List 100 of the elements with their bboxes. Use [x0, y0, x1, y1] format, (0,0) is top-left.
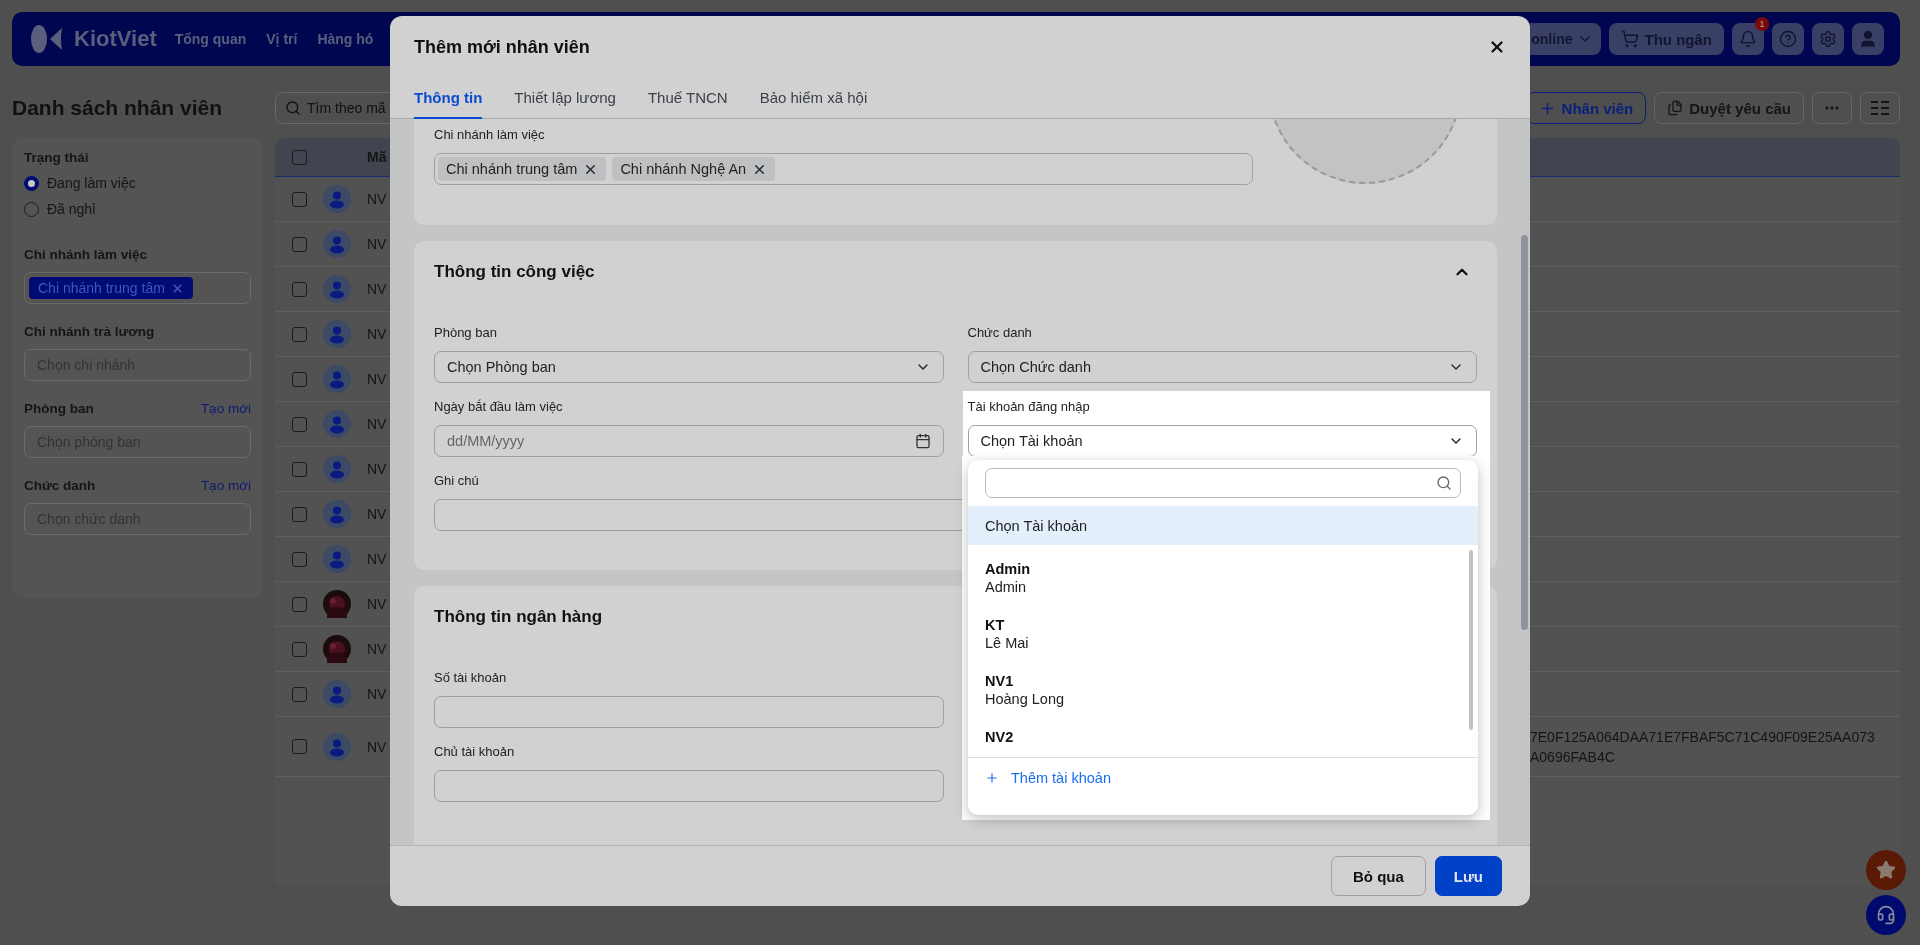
table-cell: NV	[367, 371, 387, 387]
checkbox[interactable]	[292, 149, 307, 165]
dropdown-option[interactable]: Chọn Tài khoản	[968, 506, 1478, 545]
help-icon	[1779, 30, 1797, 48]
more-button[interactable]	[1812, 92, 1852, 124]
account-option[interactable]: NV1 Hoàng Long	[968, 662, 1478, 718]
account-option[interactable]: NV2	[968, 718, 1478, 757]
checkbox[interactable]	[292, 416, 307, 432]
headset-icon	[1876, 905, 1896, 925]
scrollbar-thumb[interactable]	[1520, 235, 1528, 630]
input-field[interactable]	[434, 696, 944, 728]
user-avatar-icon	[323, 185, 351, 213]
nav-item[interactable]: Vị trí	[266, 31, 298, 47]
branch-tag: Chi nhánh Nghệ An	[612, 157, 776, 181]
logo-text: KiotViet	[74, 26, 157, 52]
checkbox[interactable]	[292, 641, 307, 657]
user-avatar-icon	[323, 410, 351, 438]
table-cell: NV	[367, 326, 387, 342]
search-icon	[1436, 475, 1452, 491]
favorite-button[interactable]	[1866, 850, 1906, 890]
checkbox[interactable]	[292, 506, 307, 522]
field-label: Chức danh	[967, 325, 1032, 341]
support-button[interactable]	[1866, 895, 1906, 935]
page-title: Danh sách nhân viên	[12, 96, 224, 120]
column-settings-button[interactable]	[1860, 92, 1900, 124]
checkbox[interactable]	[292, 686, 307, 702]
tab[interactable]: Thuế TNCN	[647, 78, 728, 119]
field-label: Chủ tài khoản	[434, 744, 515, 760]
user-avatar-icon	[323, 500, 351, 528]
user-avatar-icon	[323, 732, 351, 761]
radio-button[interactable]	[24, 175, 39, 191]
account-option[interactable]: KT Lê Mai	[968, 606, 1478, 662]
table-cell: NV	[367, 461, 387, 477]
cart-icon	[1620, 30, 1639, 48]
calendar-icon	[914, 433, 931, 449]
bell-icon	[1739, 30, 1757, 48]
skip-button[interactable]: Bỏ qua	[1330, 856, 1426, 896]
input-field[interactable]	[434, 770, 944, 802]
checkbox[interactable]	[292, 596, 307, 612]
checkbox[interactable]	[292, 281, 307, 297]
radio-label: Đã nghỉ	[47, 201, 96, 217]
notification-button[interactable]	[1732, 23, 1764, 55]
table-cell: NV	[367, 686, 387, 702]
checkbox[interactable]	[292, 461, 307, 477]
settings-button[interactable]	[1812, 23, 1844, 55]
field-label: Ghi chú	[434, 473, 479, 489]
table-cell: A0696FAB4C	[1530, 748, 1615, 765]
date-field[interactable]: dd/MM/yyyy	[434, 425, 944, 457]
account-option[interactable]: Admin Admin	[968, 550, 1478, 606]
user-avatar-icon	[323, 365, 351, 393]
field-label: Số tài khoản	[434, 670, 507, 686]
scrollbar-thumb[interactable]	[1469, 550, 1473, 730]
select-field[interactable]: Chọn Chức danh	[967, 351, 1477, 383]
tab[interactable]: Thiết lập lương	[514, 78, 616, 119]
table-cell: NV	[367, 738, 387, 755]
branch-select-field[interactable]: Chi nhánh trung tâm Chi nhánh Nghệ An	[434, 153, 1253, 185]
documents-icon	[1667, 100, 1684, 116]
select-field[interactable]: Chọn Tài khoản	[967, 425, 1477, 457]
table-cell: NV	[367, 281, 387, 297]
settings-icon	[1819, 30, 1837, 48]
dialog-title: Thêm mới nhân viên	[414, 36, 590, 58]
select-field[interactable]: Chọn Phòng ban	[434, 351, 944, 383]
checkbox[interactable]	[292, 739, 307, 754]
checkbox[interactable]	[292, 326, 307, 342]
field-label: Chi nhánh làm việc	[434, 127, 545, 143]
user-avatar-icon	[323, 680, 351, 708]
columns-icon	[1871, 101, 1889, 115]
notification-badge: 1	[1755, 17, 1769, 31]
ellipsis-icon	[1825, 106, 1839, 110]
checkbox[interactable]	[292, 371, 307, 387]
checkbox[interactable]	[292, 551, 307, 567]
filter-title: Chi nhánh làm việc	[24, 247, 148, 262]
field-label: Ngày bắt đầu làm việc	[434, 399, 563, 415]
section-title: Thông tin ngân hàng	[434, 607, 603, 627]
help-button[interactable]	[1772, 23, 1804, 55]
field-label: Phòng ban	[434, 325, 497, 341]
nav-item[interactable]: Hàng hó	[317, 31, 374, 47]
add-account-link[interactable]: Thêm tài khoản	[985, 770, 1111, 786]
user-avatar-icon	[323, 455, 351, 483]
table-cell: 7E0F125A064DAA71E7FBAF5C71C490F09E25AA073	[1530, 728, 1875, 745]
user-avatar-icon	[323, 275, 351, 303]
field-label: Tài khoản đăng nhập	[967, 399, 1090, 415]
table-cell: NV	[367, 551, 387, 567]
section-title: Thông tin công việc	[434, 262, 595, 282]
table-cell: NV	[367, 416, 387, 432]
radio-label: Đang làm việc	[47, 175, 136, 191]
branch-filter-field[interactable]: Chi nhánh trung tâm	[24, 272, 251, 304]
user-avatar-icon	[323, 320, 351, 348]
dropdown-search-field[interactable]	[985, 468, 1461, 498]
tab[interactable]: Bảo hiểm xã hội	[759, 78, 868, 119]
plus-icon	[985, 771, 999, 785]
table-cell: NV	[367, 641, 387, 657]
close-button[interactable]	[1488, 38, 1506, 56]
checkbox[interactable]	[292, 191, 307, 207]
nav-item[interactable]: Tổng quan	[174, 31, 247, 47]
checkbox[interactable]	[292, 236, 307, 252]
table-cell: NV	[367, 596, 387, 612]
user-avatar-button[interactable]	[1852, 23, 1884, 55]
user-icon	[1858, 29, 1878, 49]
save-button[interactable]: Lưu	[1434, 856, 1502, 896]
